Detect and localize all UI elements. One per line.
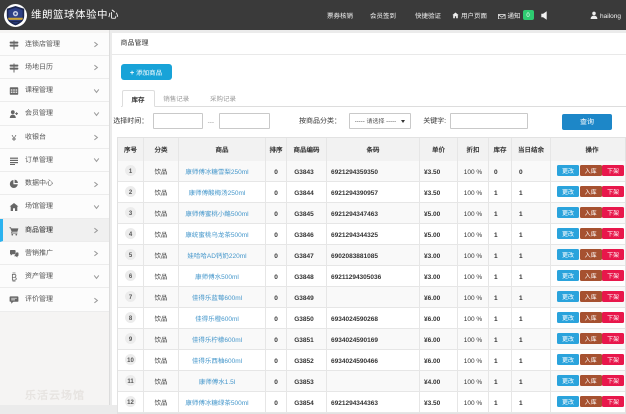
svg-text:¥: ¥ (11, 133, 17, 143)
svg-text:B: B (11, 272, 17, 282)
